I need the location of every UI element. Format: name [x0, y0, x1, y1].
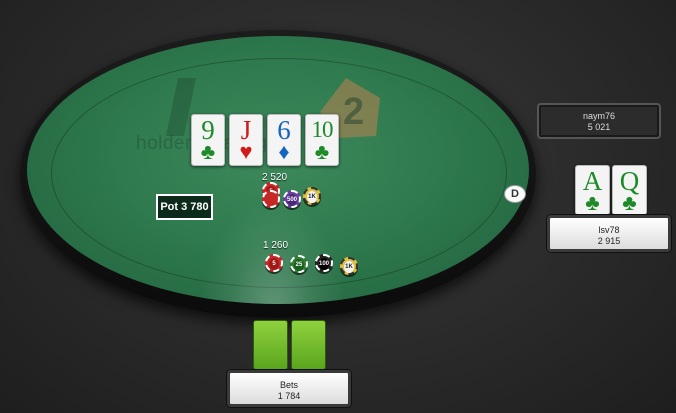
player-stack: 1 784 — [277, 391, 301, 401]
player-card-queen: Q ♣ — [612, 165, 647, 215]
seat-hero[interactable]: Bets 1 784 — [227, 370, 351, 407]
chip-1k: 1K — [303, 187, 321, 205]
chip-25: 25 — [290, 255, 308, 273]
heart-suit-icon: ♥ — [239, 139, 253, 164]
logo-number: 2 — [343, 91, 364, 133]
board-card-1: 9 ♣ — [191, 114, 225, 166]
player-stack: 5 021 — [587, 122, 611, 132]
chip-1k: 1K — [340, 257, 358, 275]
dealer-button: D — [504, 185, 526, 203]
seat-right[interactable]: lsv78 2 915 — [547, 215, 671, 252]
hero-card-back-2 — [291, 320, 326, 370]
player-stack: 2 915 — [597, 236, 621, 246]
player-name: naym76 — [582, 111, 616, 121]
player-card-ace: A ♣ — [575, 165, 610, 215]
board-card-3: 6 ♦ — [267, 114, 301, 166]
board-card-4: 10 ♣ — [305, 114, 339, 166]
club-suit-icon: ♣ — [622, 190, 637, 215]
club-suit-icon: ♣ — [314, 139, 330, 164]
club-suit-icon: ♣ — [585, 190, 600, 215]
diamond-suit-icon: ♦ — [278, 139, 290, 164]
player-name: lsv78 — [598, 225, 620, 235]
club-suit-icon: ♣ — [200, 139, 216, 164]
chip-100: 100 — [315, 254, 333, 272]
seat-top-right[interactable]: naym76 5 021 — [537, 103, 661, 139]
chip-5-stack — [262, 190, 280, 208]
board-card-2: J ♥ — [229, 114, 263, 166]
top-bet-amount: 2 520 — [262, 172, 288, 183]
hero-card-back-1 — [253, 320, 288, 370]
bottom-bet-amount: 1 260 — [263, 240, 289, 251]
player-name: Bets — [279, 380, 298, 390]
chip-5: 5 — [265, 254, 283, 272]
chip-500: 500 — [283, 190, 301, 208]
pot-label: Pot 3 780 — [156, 194, 213, 220]
